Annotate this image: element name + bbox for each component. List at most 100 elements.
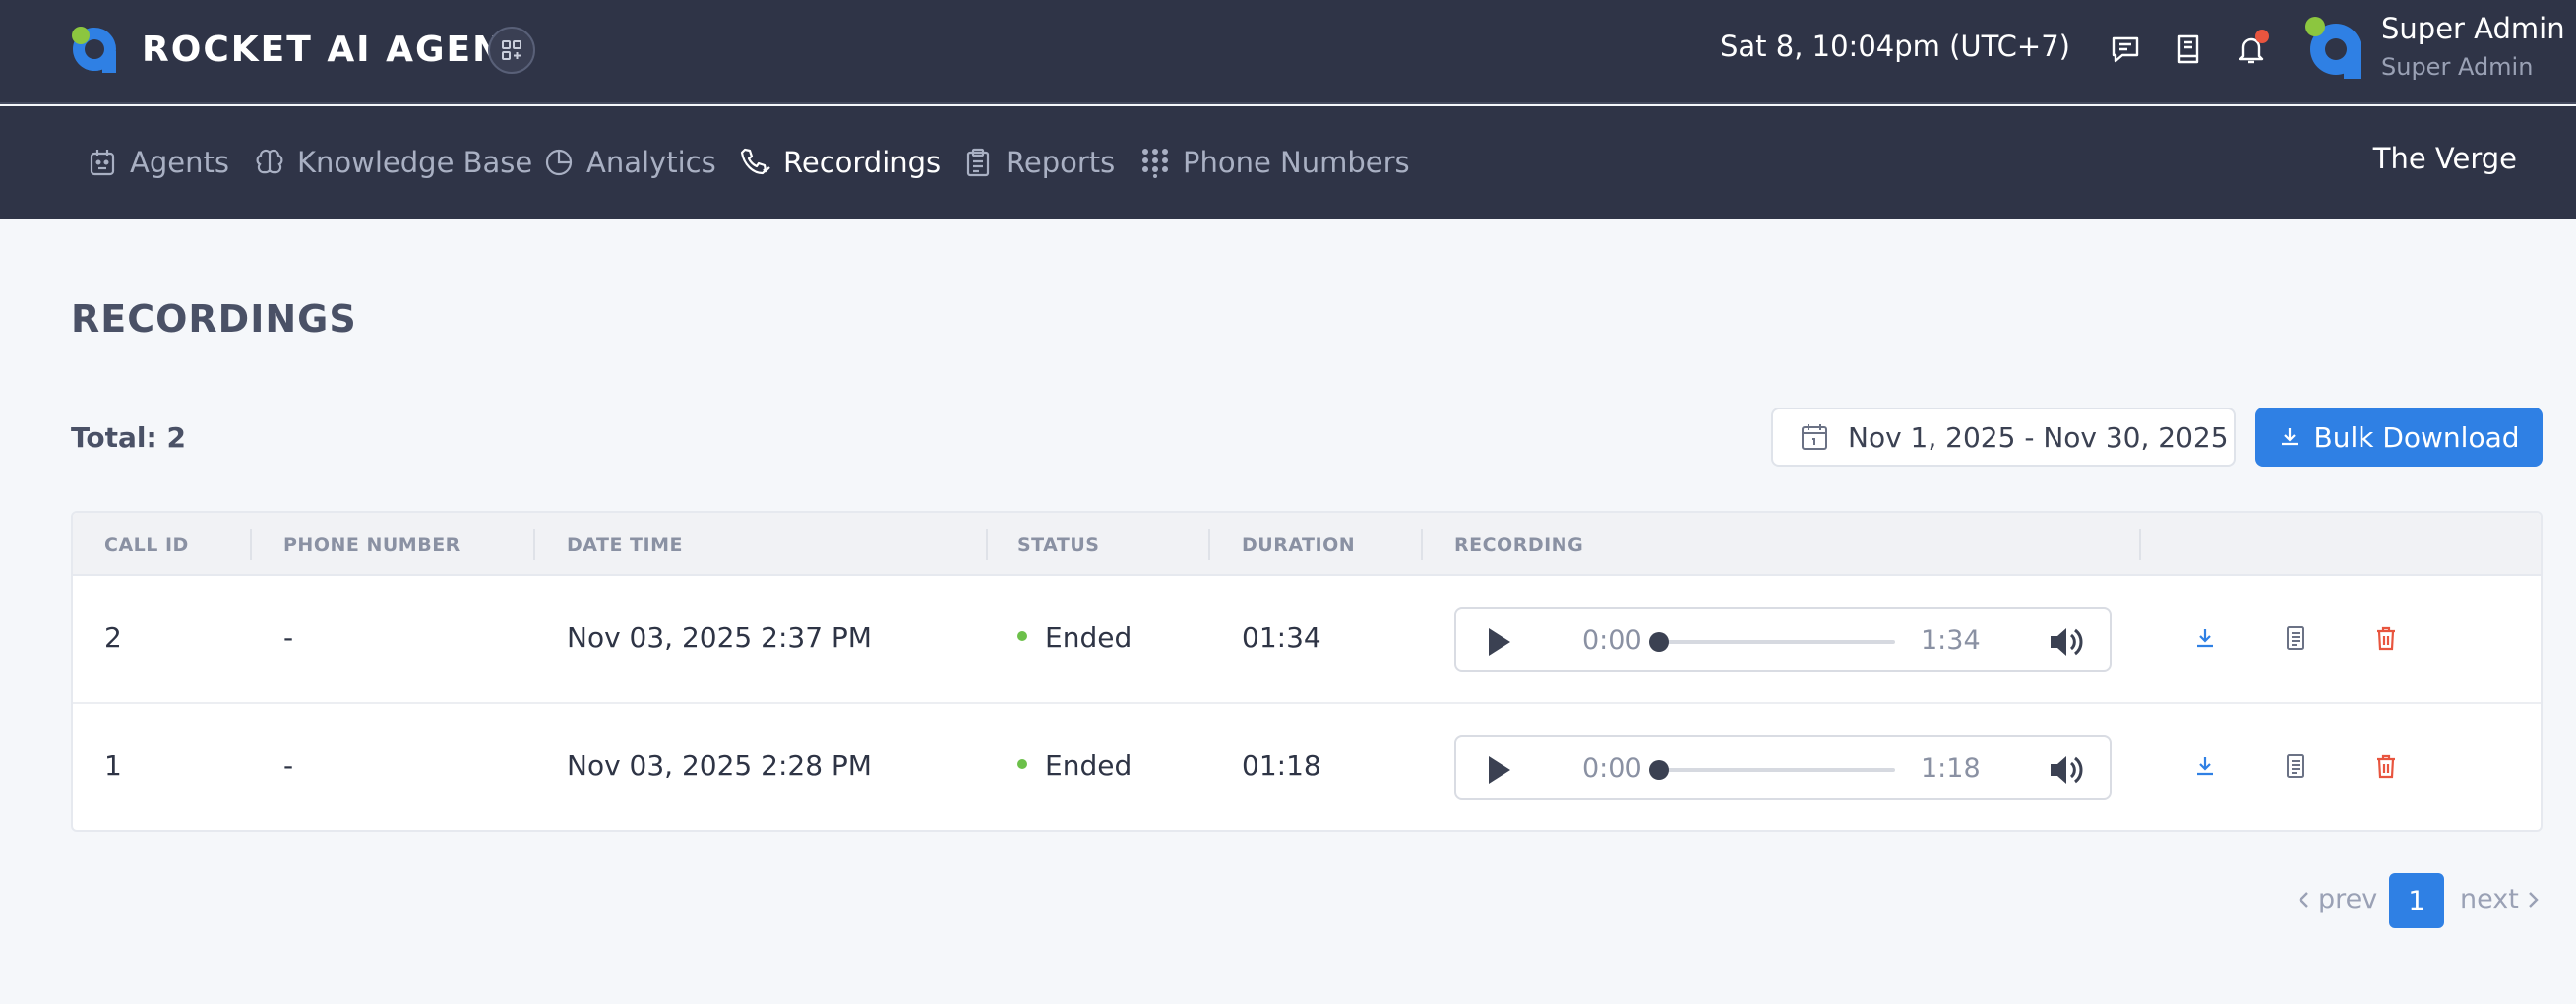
total-time: 1:18 — [1921, 753, 1981, 784]
cell-status: Ended — [1017, 749, 1132, 782]
col-duration[interactable]: DURATION — [1242, 534, 1355, 556]
cell-phone: - — [283, 621, 294, 654]
cell-datetime: Nov 03, 2025 2:28 PM — [567, 749, 872, 782]
date-range-text: Nov 1, 2025 - Nov 30, 2025 — [1848, 420, 2229, 454]
recordings-table: CALL ID PHONE NUMBER DATE TIME STATUS DU… — [71, 511, 2543, 832]
user-role: Super Admin — [2381, 53, 2534, 81]
date-range-picker[interactable]: Nov 1, 2025 - Nov 30, 2025 — [1771, 408, 2236, 467]
delete-button[interactable] — [2369, 621, 2403, 655]
volume-icon[interactable] — [2047, 623, 2086, 660]
clipboard-icon — [966, 148, 990, 177]
grid-plus-icon — [502, 40, 521, 60]
status-text: Ended — [1045, 621, 1133, 654]
column-divider — [2139, 529, 2141, 560]
organization-name[interactable]: The Verge — [2373, 142, 2517, 175]
col-phone-number[interactable]: PHONE NUMBER — [283, 534, 460, 556]
nav-item-agents[interactable]: Agents — [87, 142, 229, 183]
chat-button[interactable] — [2106, 30, 2145, 69]
avatar[interactable] — [2302, 14, 2365, 81]
total-time: 1:34 — [1921, 625, 1981, 656]
brand[interactable]: ROCKET AI AGENT — [67, 22, 530, 77]
total-count: Total: 2 — [71, 421, 186, 454]
download-icon — [2197, 629, 2213, 648]
pagination-next[interactable]: next — [2460, 884, 2541, 914]
brain-icon — [256, 149, 283, 174]
nav-label-agents: Agents — [130, 146, 229, 179]
transcript-button[interactable] — [2279, 621, 2312, 655]
document-icon — [2287, 754, 2304, 778]
play-icon[interactable] — [1482, 753, 1515, 786]
pagination-next-label: next — [2460, 884, 2519, 914]
pagination-prev[interactable]: prev — [2297, 884, 2377, 914]
volume-icon[interactable] — [2047, 751, 2086, 788]
col-call-id[interactable]: CALL ID — [104, 534, 189, 556]
cell-datetime: Nov 03, 2025 2:37 PM — [567, 621, 872, 654]
nav-label-knowledge-base: Knowledge Base — [297, 146, 533, 179]
nav-item-analytics[interactable]: Analytics — [543, 142, 716, 183]
nav-item-knowledge-base[interactable]: Knowledge Base — [254, 142, 532, 183]
user-name[interactable]: Super Admin — [2381, 12, 2565, 45]
audio-player: 0:00 1:34 — [1454, 607, 2112, 672]
nav-label-recordings: Recordings — [783, 146, 942, 179]
docs-button[interactable] — [2169, 30, 2208, 69]
document-icon — [2287, 626, 2304, 650]
column-divider — [1421, 529, 1423, 560]
col-status[interactable]: STATUS — [1017, 534, 1099, 556]
status-text: Ended — [1045, 749, 1133, 782]
play-icon[interactable] — [1482, 625, 1515, 659]
dialpad-icon — [1142, 149, 1168, 178]
column-divider — [533, 529, 535, 560]
download-button[interactable] — [2188, 749, 2222, 783]
transcript-button[interactable] — [2279, 749, 2312, 783]
apps-button[interactable] — [488, 27, 535, 74]
bulk-download-button[interactable]: Bulk Download — [2255, 408, 2543, 467]
pagination-page-1[interactable]: 1 — [2389, 873, 2444, 928]
page-title: RECORDINGS — [71, 297, 357, 341]
chat-icon — [2112, 36, 2139, 63]
bulk-download-label: Bulk Download — [2313, 420, 2520, 454]
cell-duration: 01:34 — [1242, 621, 1321, 654]
nav-item-reports[interactable]: Reports — [962, 142, 1115, 183]
seek-bar[interactable] — [1649, 760, 1895, 780]
notifications-button[interactable] — [2232, 30, 2271, 69]
top-bar: ROCKET AI AGENT Sat 8, 10:04pm (UTC+7) S… — [0, 0, 2576, 104]
column-divider — [250, 529, 252, 560]
seek-knob[interactable] — [1649, 760, 1669, 780]
datetime: Sat 8, 10:04pm (UTC+7) — [1720, 30, 2070, 63]
calendar-icon — [1802, 424, 1827, 450]
table-header: CALL ID PHONE NUMBER DATE TIME STATUS DU… — [73, 513, 2541, 576]
book-icon — [2177, 34, 2199, 64]
audio-player: 0:00 1:18 — [1454, 735, 2112, 800]
column-divider — [986, 529, 988, 560]
seek-bar[interactable] — [1649, 632, 1895, 652]
chevron-right-icon — [2528, 891, 2539, 908]
cell-call-id: 1 — [104, 749, 122, 782]
download-icon — [2282, 428, 2299, 446]
status-dot — [1017, 759, 1027, 769]
nav-item-phone-numbers[interactable]: Phone Numbers — [1139, 142, 1410, 183]
status-dot — [1017, 631, 1027, 641]
rocket-logo-icon — [72, 27, 116, 73]
nav-label-reports: Reports — [1006, 146, 1116, 179]
cell-call-id: 2 — [104, 621, 122, 654]
table-row: 1 - Nov 03, 2025 2:28 PM Ended 01:18 0:0… — [73, 704, 2541, 830]
delete-button[interactable] — [2369, 749, 2403, 783]
agent-icon — [90, 150, 115, 176]
download-button[interactable] — [2188, 621, 2222, 655]
column-divider — [1208, 529, 1210, 560]
main-nav: Agents Knowledge Base Analytics Recordin… — [0, 106, 2576, 219]
trash-icon — [2377, 626, 2395, 651]
current-time: 0:00 — [1582, 625, 1642, 656]
seek-knob[interactable] — [1649, 632, 1669, 652]
phone-icon — [740, 148, 770, 175]
pie-chart-icon — [545, 149, 573, 176]
brand-name: ROCKET AI AGENT — [142, 29, 530, 70]
current-time: 0:00 — [1582, 753, 1642, 784]
cell-status: Ended — [1017, 621, 1132, 654]
col-recording[interactable]: RECORDING — [1454, 534, 1583, 556]
trash-icon — [2377, 754, 2395, 779]
col-date-time[interactable]: DATE TIME — [567, 534, 683, 556]
nav-item-recordings[interactable]: Recordings — [738, 142, 941, 183]
notification-dot — [2255, 30, 2269, 43]
cell-duration: 01:18 — [1242, 749, 1321, 782]
